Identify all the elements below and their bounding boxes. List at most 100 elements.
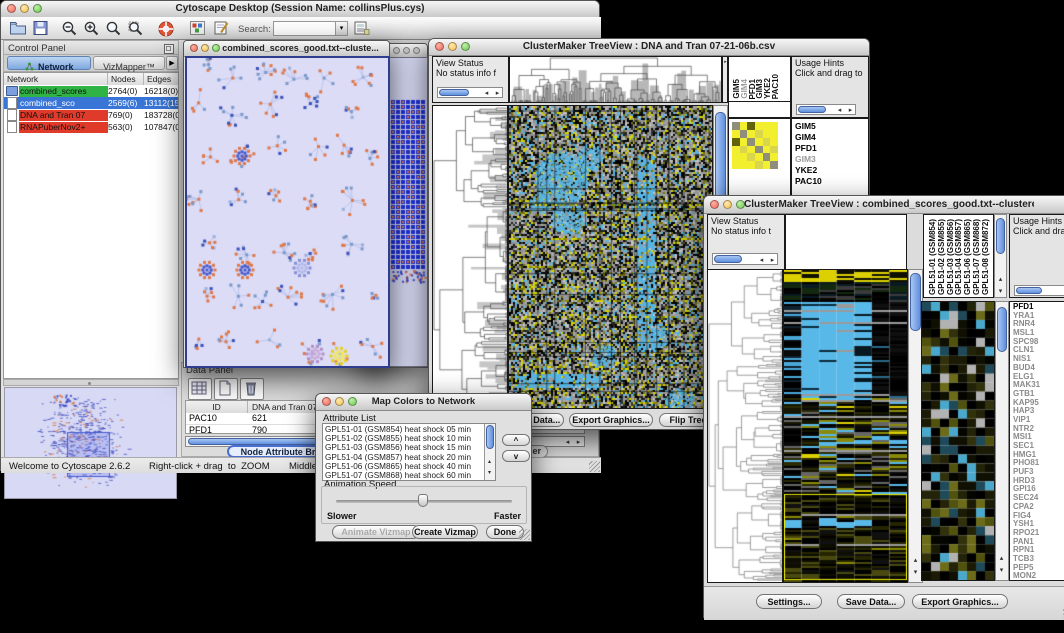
- matrix-cell[interactable]: [770, 130, 778, 138]
- attribute-list-vscrollbar[interactable]: ▴ ▾: [484, 424, 495, 480]
- scroll-down-icon[interactable]: ▾: [911, 568, 920, 576]
- table-mode-button[interactable]: [188, 378, 212, 400]
- animate-vizmap-button[interactable]: Animate Vizmap: [332, 525, 420, 539]
- tv1-gene-label[interactable]: GIM3: [795, 154, 822, 165]
- attribute-listbox[interactable]: GPL51-01 (GSM854) heat shock 05 minGPL51…: [322, 423, 496, 481]
- scrollbar-thumb[interactable]: [1016, 287, 1042, 294]
- matrix-cell[interactable]: [755, 122, 763, 130]
- search-dropdown-button[interactable]: ▾: [335, 21, 348, 36]
- tv2-zoom-heatmap[interactable]: [921, 301, 995, 581]
- scroll-right-icon[interactable]: ▸: [493, 89, 502, 97]
- tv1-gene-label[interactable]: GIM4: [795, 132, 822, 143]
- matrix-cell[interactable]: [747, 146, 755, 154]
- scroll-down-icon[interactable]: ▾: [996, 287, 1005, 295]
- scroll-right-icon[interactable]: ▸: [846, 106, 855, 114]
- network-report-icon[interactable]: [353, 20, 372, 38]
- matrix-cell[interactable]: [732, 146, 740, 154]
- matrix-cell[interactable]: [755, 161, 763, 169]
- network-overview-thumbnail[interactable]: [4, 387, 177, 499]
- network-row[interactable]: DNA and Tran 07769(0)183728(0): [4, 109, 178, 121]
- tv2-gene-label[interactable]: MON2: [1013, 572, 1040, 581]
- matrix-cell[interactable]: [763, 153, 771, 161]
- matrix-cell[interactable]: [740, 153, 748, 161]
- edges-col-header[interactable]: Edges: [144, 73, 178, 85]
- network-canvas-1[interactable]: [187, 58, 388, 366]
- tv1-status-hscrollbar[interactable]: ◂ ▸: [437, 87, 503, 98]
- tv1-hints-hscrollbar[interactable]: ◂ ▸: [796, 104, 856, 115]
- scroll-left-icon[interactable]: ◂: [482, 89, 491, 97]
- scrollbar-thumb[interactable]: [996, 218, 1005, 254]
- tv1-gene-label[interactable]: YKE2: [795, 165, 822, 176]
- annotation-icon[interactable]: [213, 20, 232, 38]
- tv1-row-dendro-canvas[interactable]: [433, 106, 507, 408]
- scrollbar-thumb[interactable]: [910, 273, 921, 331]
- tv2-labels-vscrollbar[interactable]: ▴ ▾: [994, 214, 1007, 298]
- matrix-cell[interactable]: [747, 161, 755, 169]
- tv1-gene-label[interactable]: PAC10: [795, 176, 822, 187]
- attribute-list-item[interactable]: GPL51-03 (GSM856) heat shock 15 min: [323, 443, 483, 452]
- network-col-header[interactable]: Network: [4, 73, 108, 85]
- matrix-cell[interactable]: [732, 130, 740, 138]
- network-row[interactable]: combined_sco2569(6)13112(15): [4, 97, 178, 109]
- tab-vizmapper[interactable]: VizMapper™: [93, 56, 165, 70]
- tv1-heatmap-canvas[interactable]: [509, 106, 712, 408]
- tv2-column-label[interactable]: GPL51-07 (GSM868): [972, 219, 981, 295]
- tv1-row-dendrogram[interactable]: [432, 105, 508, 409]
- move-down-button[interactable]: v: [502, 450, 530, 462]
- scroll-up-icon[interactable]: ▴: [997, 554, 1006, 562]
- tv1-heatmap[interactable]: [508, 105, 713, 409]
- matrix-cell[interactable]: [732, 138, 740, 146]
- matrix-cell[interactable]: [770, 161, 778, 169]
- matrix-cell[interactable]: [740, 138, 748, 146]
- search-input[interactable]: [273, 21, 337, 36]
- resize-grip[interactable]: [589, 461, 600, 472]
- tab-overflow-button[interactable]: ▶: [166, 56, 178, 70]
- export-graphics-button[interactable]: Export Graphics...: [569, 413, 653, 427]
- move-up-button[interactable]: ^: [502, 434, 530, 446]
- close-button[interactable]: [435, 42, 444, 51]
- scroll-down-icon[interactable]: ▾: [997, 566, 1006, 574]
- matrix-cell[interactable]: [770, 146, 778, 154]
- minimize-button[interactable]: [403, 47, 410, 54]
- tv2-status-hscrollbar[interactable]: ◂ ▸: [712, 253, 778, 265]
- overview-canvas[interactable]: [5, 388, 176, 498]
- scroll-left-icon[interactable]: ◂: [563, 438, 572, 446]
- matrix-cell[interactable]: [740, 122, 748, 130]
- tab-network[interactable]: Network: [7, 56, 91, 70]
- matrix-cell[interactable]: [747, 122, 755, 130]
- minimize-button[interactable]: [201, 44, 209, 52]
- matrix-cell[interactable]: [770, 138, 778, 146]
- close-button[interactable]: [190, 44, 198, 52]
- minimize-button[interactable]: [448, 42, 457, 51]
- panel-divider[interactable]: [3, 379, 179, 386]
- matrix-cell[interactable]: [763, 130, 771, 138]
- close-button[interactable]: [7, 4, 16, 13]
- nodes-col-header[interactable]: Nodes: [108, 73, 144, 85]
- network-row[interactable]: RNAPuberNov2+563(0)107847(0): [4, 121, 178, 133]
- tv1-col-dendro-canvas[interactable]: [510, 57, 721, 102]
- tv2-column-label[interactable]: GPL51-06 (GSM865): [963, 219, 972, 295]
- matrix-cell[interactable]: [740, 130, 748, 138]
- network-row[interactable]: combined_scores2764(0)16218(0): [4, 85, 178, 97]
- tv2-column-dendrogram[interactable]: [785, 214, 907, 271]
- main-titlebar[interactable]: Cytoscape Desktop (Session Name: collins…: [1, 1, 599, 18]
- matrix-cell[interactable]: [755, 138, 763, 146]
- tv1-gene-label[interactable]: PFD1: [795, 143, 822, 154]
- zoom-selected-icon[interactable]: [127, 20, 146, 38]
- matrix-cell[interactable]: [770, 153, 778, 161]
- matrix-cell[interactable]: [740, 146, 748, 154]
- tv2-hints-hscrollbar[interactable]: [1014, 285, 1064, 296]
- minimize-button[interactable]: [20, 4, 29, 13]
- zoom-out-icon[interactable]: [61, 20, 80, 38]
- scrollbar-thumb[interactable]: [798, 106, 826, 113]
- vizmapper-icon[interactable]: [189, 20, 208, 38]
- tv1-column-label[interactable]: PAC10: [771, 74, 780, 99]
- matrix-cell[interactable]: [763, 146, 771, 154]
- matrix-cell[interactable]: [740, 161, 748, 169]
- matrix-cell[interactable]: [755, 153, 763, 161]
- tv1-column-dendrogram[interactable]: [509, 56, 722, 103]
- float-panel-icon[interactable]: [164, 44, 174, 54]
- tv2-heatmap-canvas[interactable]: [784, 270, 907, 582]
- create-vizmap-button[interactable]: Create Vizmap: [412, 525, 478, 539]
- scrollbar-thumb[interactable]: [486, 425, 494, 449]
